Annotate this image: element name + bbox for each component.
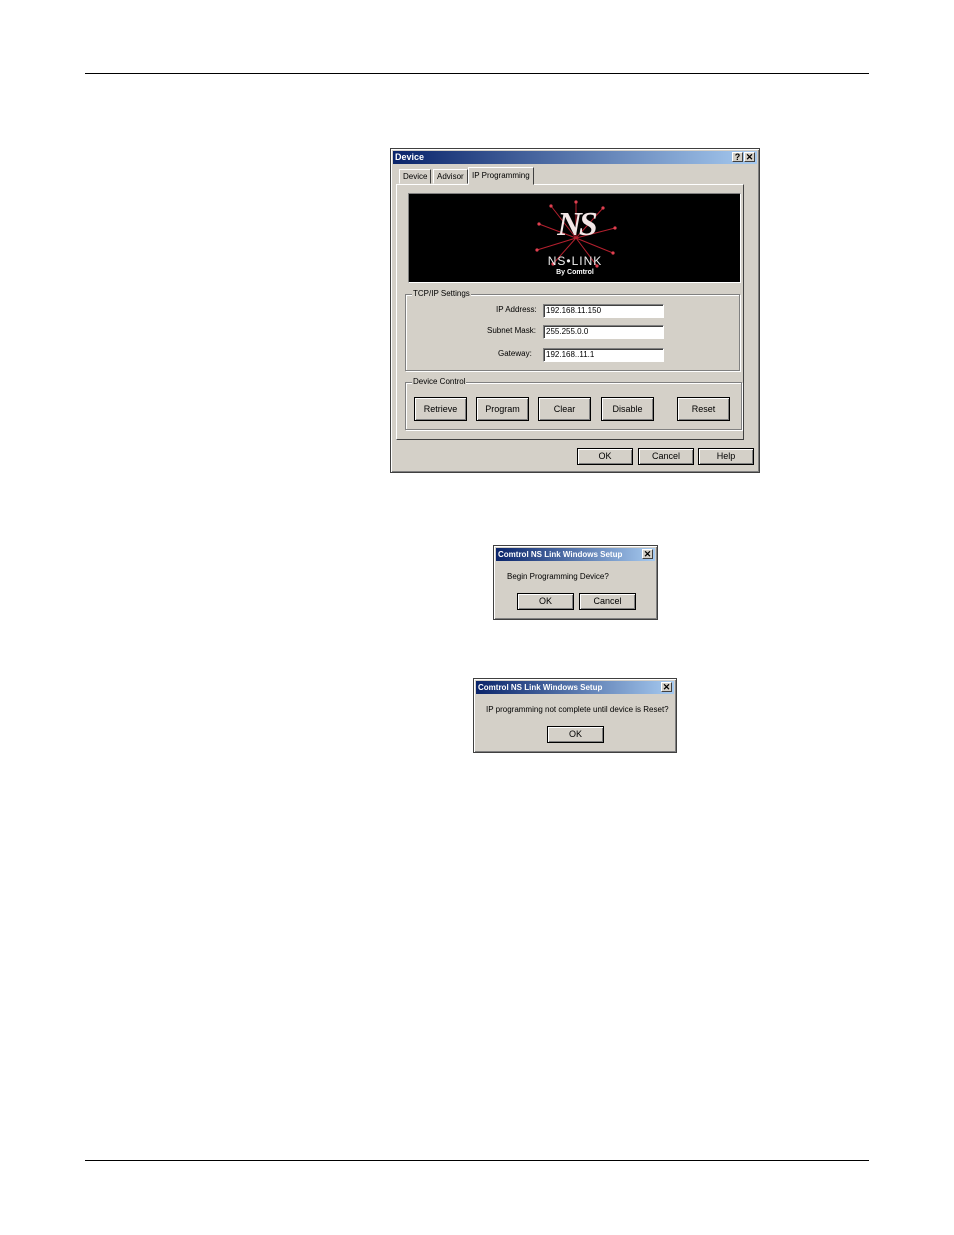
- tab-ip-programming[interactable]: IP Programming: [468, 167, 534, 185]
- subnet-mask-label: Subnet Mask:: [487, 326, 536, 335]
- tab-device[interactable]: Device: [399, 169, 432, 184]
- program-button[interactable]: Program: [476, 397, 529, 421]
- confirm-close-button[interactable]: ✕: [642, 549, 653, 559]
- tcpip-settings-caption: TCP/IP Settings: [412, 289, 471, 298]
- ip-address-label: IP Address:: [496, 305, 537, 314]
- gateway-input[interactable]: 192.168..11.1: [543, 348, 664, 362]
- clear-button[interactable]: Clear: [538, 397, 591, 421]
- notice-message: IP programming not complete until device…: [486, 705, 669, 714]
- notice-ok-button[interactable]: OK: [547, 726, 604, 743]
- ns-link-logo-banner: NS NS•LINK By Comtrol: [408, 193, 741, 283]
- device-control-caption: Device Control: [412, 377, 467, 386]
- logo-byline: By Comtrol: [556, 269, 594, 276]
- confirm-dialog: Comtrol NS Link Windows Setup ✕ Begin Pr…: [493, 545, 658, 620]
- ip-address-input[interactable]: 192.168.11.150: [543, 304, 664, 318]
- ok-button[interactable]: OK: [577, 448, 633, 465]
- subnet-mask-input[interactable]: 255.255.0.0: [543, 325, 664, 339]
- reset-button[interactable]: Reset: [677, 397, 730, 421]
- logo-brand-text: NS•LINK: [547, 254, 603, 268]
- confirm-message: Begin Programming Device?: [507, 572, 609, 581]
- retrieve-button[interactable]: Retrieve: [414, 397, 467, 421]
- top-rule: [85, 73, 869, 74]
- tab-advisor[interactable]: Advisor: [433, 169, 468, 184]
- help-footer-button[interactable]: Help: [698, 448, 754, 465]
- disable-button[interactable]: Disable: [601, 397, 654, 421]
- confirm-ok-button[interactable]: OK: [517, 593, 574, 610]
- logo-ns-mark: NS: [557, 206, 597, 243]
- gateway-label: Gateway:: [498, 349, 532, 358]
- confirm-dialog-title: Comtrol NS Link Windows Setup: [496, 548, 655, 561]
- close-button[interactable]: ✕: [744, 152, 755, 162]
- notice-dialog-title: Comtrol NS Link Windows Setup: [476, 681, 674, 694]
- notice-close-button[interactable]: ✕: [661, 682, 672, 692]
- notice-dialog: Comtrol NS Link Windows Setup ✕ IP progr…: [473, 678, 677, 753]
- help-button[interactable]: ?: [732, 152, 743, 162]
- confirm-cancel-button[interactable]: Cancel: [579, 593, 636, 610]
- bottom-rule: [85, 1160, 869, 1161]
- device-dialog-title: Device: [393, 151, 757, 164]
- cancel-button[interactable]: Cancel: [638, 448, 694, 465]
